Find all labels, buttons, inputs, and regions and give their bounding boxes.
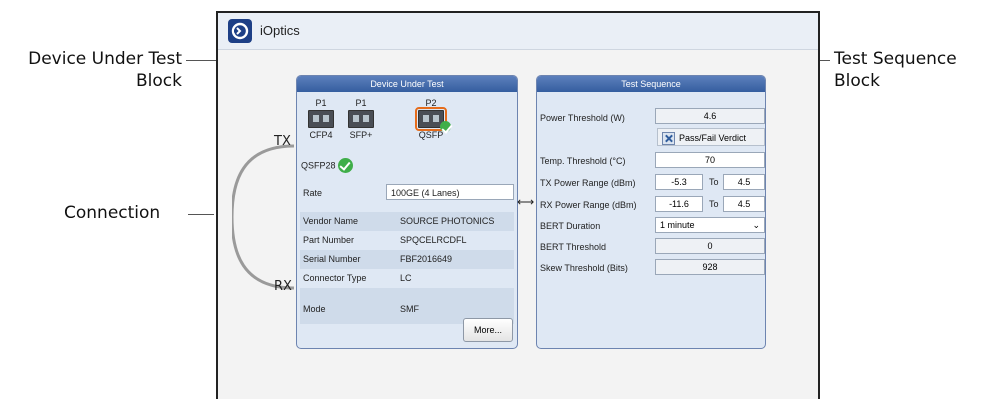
sfp-module-icon <box>348 110 374 128</box>
tx-label: TX <box>274 134 291 149</box>
callout-connection-line <box>188 214 214 215</box>
tx-power-range-label: TX Power Range (dBm) <box>540 178 636 188</box>
link-arrow-icon: ⟷ <box>517 195 535 209</box>
temp-threshold-field[interactable]: 70 <box>655 152 765 168</box>
connection-loop <box>232 144 295 290</box>
port-qsfp[interactable]: P2 QSFP <box>411 98 451 140</box>
power-threshold-label: Power Threshold (W) <box>540 113 625 123</box>
test-sequence-panel: Test Sequence Power Threshold (W) 4.6 Pa… <box>536 75 766 349</box>
ioptics-logo-icon <box>228 19 252 43</box>
rx-power-range-label: RX Power Range (dBm) <box>540 200 637 210</box>
rx-power-min-field[interactable]: -11.6 <box>655 196 703 212</box>
skew-threshold-label: Skew Threshold (Bits) <box>540 263 628 273</box>
selected-check-icon <box>440 121 451 132</box>
chevron-down-icon: ⌄ <box>752 220 760 230</box>
info-row-connector: Connector Type LC <box>303 273 412 283</box>
app-title: iOptics <box>260 23 300 38</box>
module-status: QSFP28 <box>301 158 354 173</box>
info-row-serial: Serial Number FBF2016649 <box>300 250 514 269</box>
bert-threshold-field[interactable]: 0 <box>655 238 765 254</box>
cfp4-module-icon <box>308 110 334 128</box>
bert-duration-select[interactable]: 1 minute ⌄ <box>655 217 765 233</box>
pass-fail-checkbox-icon <box>662 132 675 146</box>
port-cfp4[interactable]: P1 CFP4 <box>301 98 341 140</box>
callout-seq-block: Test Sequence Block <box>834 49 957 91</box>
skew-threshold-field[interactable]: 928 <box>655 259 765 275</box>
tx-power-min-field[interactable]: -5.3 <box>655 174 703 190</box>
title-bar: iOptics <box>218 13 818 50</box>
pass-fail-toggle[interactable]: Pass/Fail Verdict <box>657 128 765 146</box>
rx-label: RX <box>274 279 292 294</box>
device-under-test-panel: Device Under Test P1 CFP4 P1 SFP+ P2 QSF… <box>296 75 518 349</box>
dut-header: Device Under Test <box>297 76 517 92</box>
rx-power-max-field[interactable]: 4.5 <box>723 196 765 212</box>
more-button[interactable]: More... <box>463 318 513 342</box>
info-row-part: Part Number SPQCELRCDFL <box>303 235 467 245</box>
check-circle-icon <box>338 158 354 173</box>
rate-row: Rate 100GE (4 Lanes) <box>300 182 514 204</box>
seq-header: Test Sequence <box>537 76 765 92</box>
temp-threshold-label: Temp. Threshold (°C) <box>540 156 626 166</box>
callout-dut-block: Device Under Test Block <box>28 49 182 91</box>
bert-threshold-label: BERT Threshold <box>540 242 607 252</box>
qsfp-module-icon <box>415 107 451 132</box>
port-sfp-plus[interactable]: P1 SFP+ <box>341 98 381 140</box>
info-row-vendor: Vendor Name SOURCE PHOTONICS <box>300 212 514 231</box>
callout-connection: Connection <box>64 203 161 223</box>
rate-field[interactable]: 100GE (4 Lanes) <box>386 184 514 200</box>
bert-duration-label: BERT Duration <box>540 221 601 231</box>
power-threshold-field[interactable]: 4.6 <box>655 108 765 124</box>
tx-power-max-field[interactable]: 4.5 <box>723 174 765 190</box>
